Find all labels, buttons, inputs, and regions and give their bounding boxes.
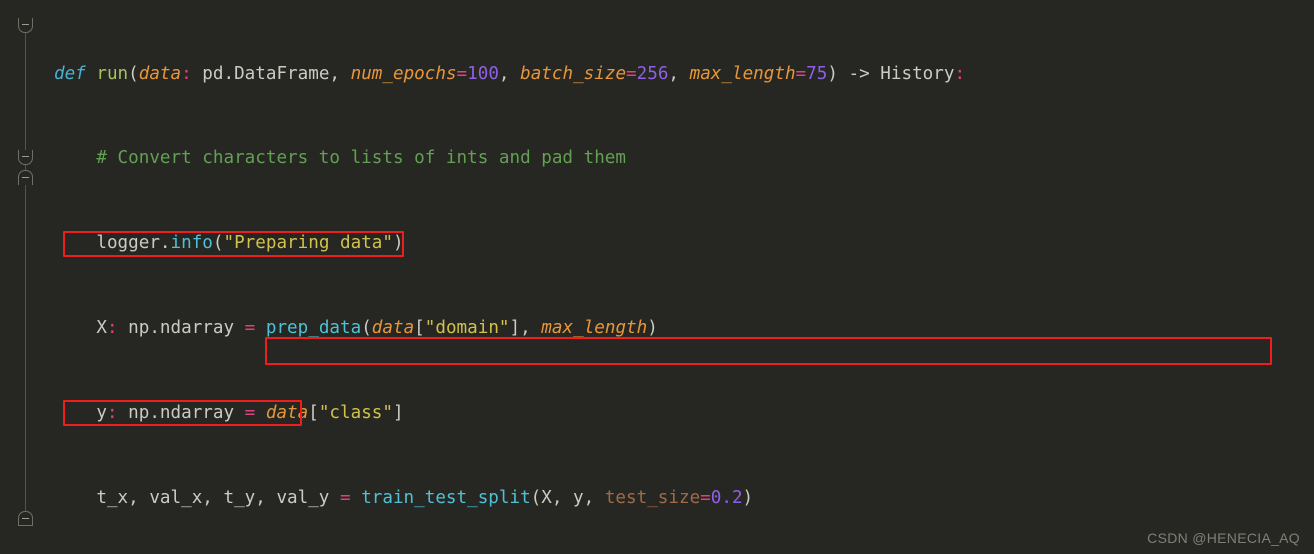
fold-marker-string-join[interactable] (18, 150, 33, 165)
editor-gutter[interactable] (0, 0, 46, 554)
minus-icon (22, 156, 29, 157)
fold-guide-line (25, 26, 26, 511)
code-line-2[interactable]: # Convert characters to lists of ints an… (46, 148, 1314, 169)
watermark: CSDN @HENECIA_AQ (1147, 530, 1300, 546)
minus-icon (22, 177, 29, 178)
code-line-1[interactable]: def run(data: pd.DataFrame, num_epochs=1… (46, 64, 1314, 85)
fold-marker-return[interactable] (18, 511, 33, 526)
code-editor-screenshot: def run(data: pd.DataFrame, num_epochs=1… (0, 0, 1314, 554)
code-line-6[interactable]: t_x, val_x, t_y, val_y = train_test_spli… (46, 488, 1314, 509)
code-line-3[interactable]: logger.info("Preparing data") (46, 233, 1314, 254)
code-line-5[interactable]: y: np.ndarray = data["class"] (46, 403, 1314, 424)
minus-icon (22, 24, 29, 25)
code-line-4[interactable]: X: np.ndarray = prep_data(data["domain"]… (46, 318, 1314, 339)
fold-marker-string-close[interactable] (18, 170, 33, 185)
code-content[interactable]: def run(data: pd.DataFrame, num_epochs=1… (46, 0, 1314, 554)
fold-marker-def-run[interactable] (18, 18, 33, 33)
minus-icon (22, 518, 29, 519)
